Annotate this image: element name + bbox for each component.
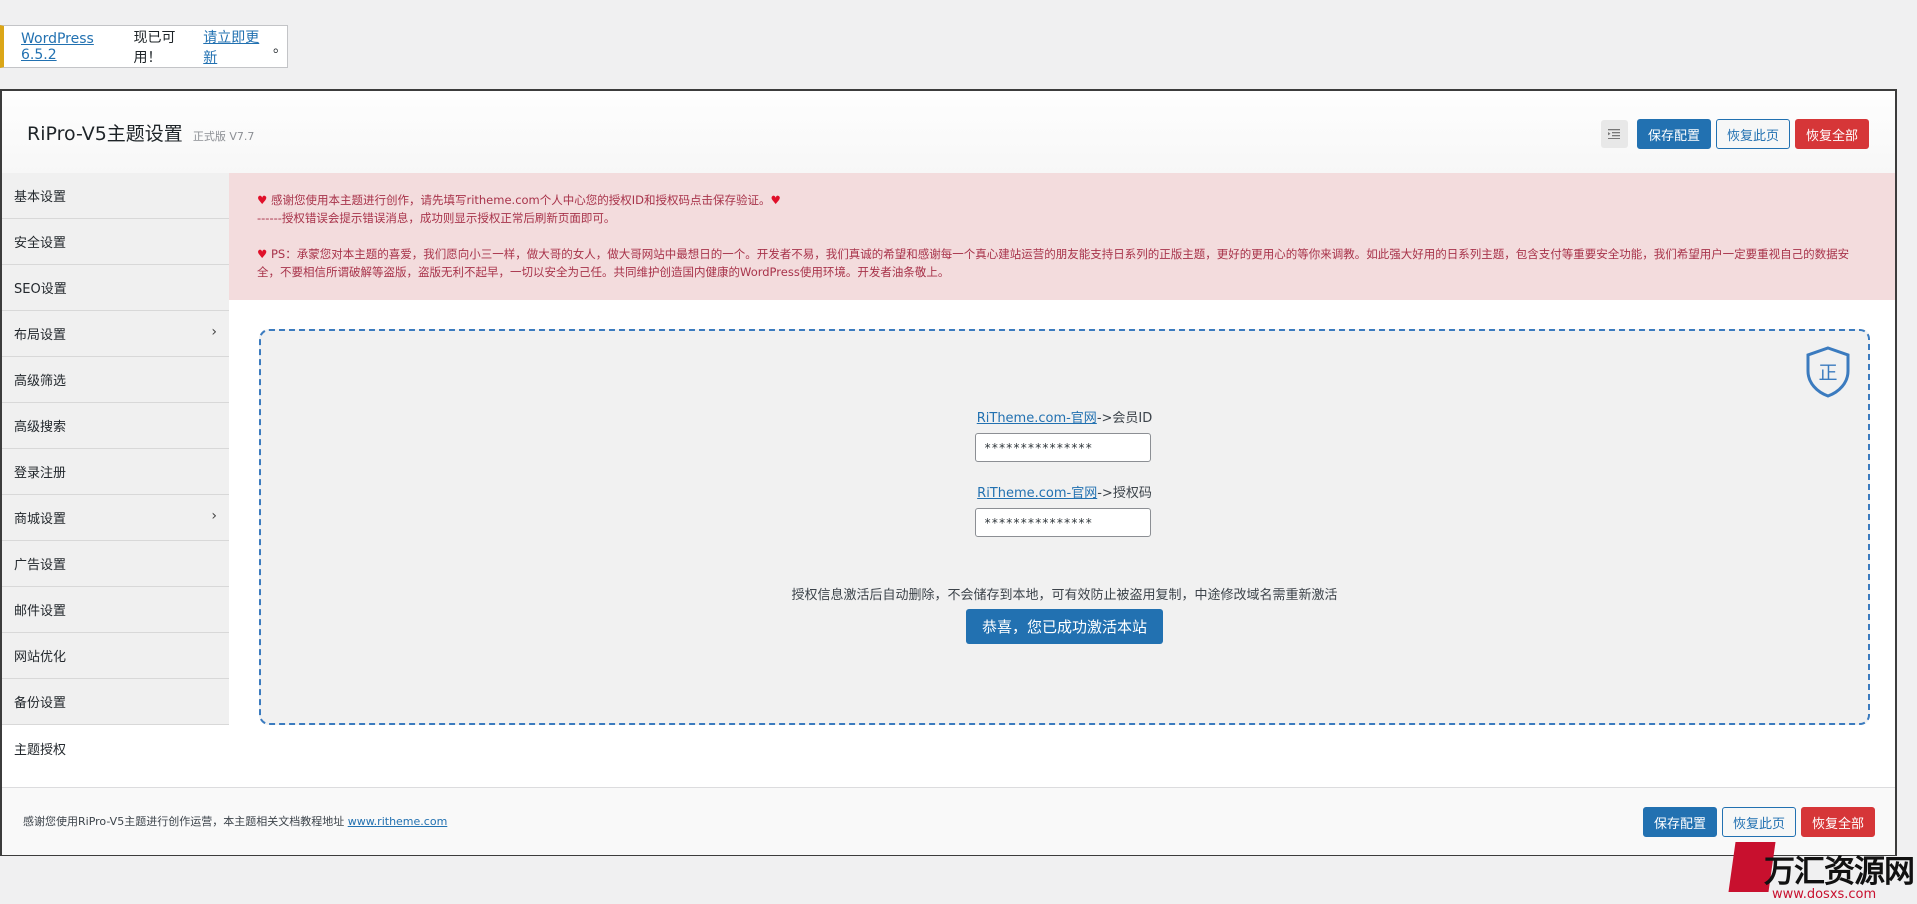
panel-footer: 感谢您使用RiPro-V5主题进行创作运营，本主题相关文档教程地址 www.ri… (2, 787, 1895, 855)
page-title: RiPro-V5主题设置 正式版 V7.7 (27, 119, 254, 146)
restore-all-button[interactable]: 恢复全部 (1794, 119, 1869, 149)
wordpress-version-link[interactable]: WordPress 6.5.2 (21, 31, 134, 63)
restore-page-button[interactable]: 恢复此页 (1715, 119, 1790, 149)
license-code-label: RiTheme.com-官网->授权码 (261, 482, 1868, 501)
member-id-suffix: ->会员ID (1096, 411, 1153, 426)
license-code-link[interactable]: RiTheme.com-官网 (977, 486, 1097, 501)
license-code-suffix: ->授权码 (1097, 486, 1152, 501)
update-now-link[interactable]: 请立即更新 (203, 27, 273, 67)
sidebar-item-label: 网站优化 (14, 650, 67, 665)
footer-restore-page-button[interactable]: 恢复此页 (1721, 807, 1796, 837)
member-id-label: RiTheme.com-官网->会员ID (261, 407, 1868, 426)
notice-end: 。 (273, 39, 287, 56)
sidebar-item-layout[interactable]: 布局设置 › (2, 311, 229, 357)
page-title-text: RiPro-V5主题设置 (27, 123, 183, 145)
sidebar-item-label: 布局设置 (14, 328, 67, 343)
site-watermark: 万汇资源网 www.dosxs.com (1728, 836, 1917, 904)
expand-all-icon[interactable] (1600, 120, 1628, 148)
license-alert: ♥ 感谢您使用本主题进行创作，请先填写ritheme.com个人中心您的授权ID… (229, 173, 1895, 300)
sidebar-item-optimization[interactable]: 网站优化 (2, 633, 229, 679)
sidebar-item-backup[interactable]: 备份设置 (2, 679, 229, 725)
sidebar-item-label: 广告设置 (14, 558, 67, 573)
sidebar-item-login-register[interactable]: 登录注册 (2, 449, 229, 495)
sidebar-item-license[interactable]: 主题授权 (2, 725, 229, 771)
alert-line-1: ♥ 感谢您使用本主题进行创作，请先填写ritheme.com个人中心您的授权ID… (257, 191, 1869, 209)
footer-restore-all-button[interactable]: 恢复全部 (1800, 807, 1875, 837)
chevron-right-icon: › (211, 508, 217, 524)
sidebar-item-mail[interactable]: 邮件设置 (2, 587, 229, 633)
sidebar-item-label: SEO设置 (14, 282, 67, 297)
license-code-input[interactable] (975, 508, 1151, 537)
sidebar-item-security[interactable]: 安全设置 (2, 219, 229, 265)
docs-link[interactable]: www.ritheme.com (348, 815, 448, 828)
shield-label: 正 (1818, 362, 1837, 384)
footer-save-button[interactable]: 保存配置 (1642, 807, 1717, 837)
sidebar-item-label: 安全设置 (14, 236, 67, 251)
shield-icon: 正 (1804, 345, 1852, 403)
sidebar-item-seo[interactable]: SEO设置 (2, 265, 229, 311)
panel-header: RiPro-V5主题设置 正式版 V7.7 保存配置 恢复此页 恢复全部 (2, 91, 1895, 174)
footer-text: 感谢您使用RiPro-V5主题进行创作运营，本主题相关文档教程地址 www.ri… (23, 813, 447, 829)
sidebar-item-label: 基本设置 (14, 190, 67, 205)
save-button[interactable]: 保存配置 (1636, 119, 1711, 149)
license-box: 正 RiTheme.com-官网->会员ID RiTheme.com-官网->授… (259, 329, 1870, 725)
sidebar-item-label: 高级搜索 (14, 420, 67, 435)
heart-icon: ♥ (257, 247, 268, 261)
member-id-link[interactable]: RiTheme.com-官网 (977, 411, 1097, 426)
sidebar-item-shop[interactable]: 商城设置 › (2, 495, 229, 541)
settings-sidebar: 基本设置 安全设置 SEO设置 布局设置 › 高级筛选 高级搜索 登录注册 商城设… (2, 173, 230, 771)
alert-line-3: ♥ PS：承蒙您对本主题的喜爱，我们愿向小三一样，做大哥的女人，做大哥网站中最想… (257, 245, 1869, 281)
watermark-url: www.dosxs.com (1772, 887, 1877, 902)
notice-text: 现已可用！ (133, 29, 176, 66)
update-notice: WordPress 6.5.2 现已可用！ 请立即更新 。 (0, 25, 288, 68)
chevron-right-icon: › (211, 324, 217, 340)
member-id-input[interactable] (975, 433, 1151, 462)
version-badge: 正式版 V7.7 (192, 130, 255, 143)
settings-panel: RiPro-V5主题设置 正式版 V7.7 保存配置 恢复此页 恢复全部 基本设… (0, 89, 1897, 856)
sidebar-item-advanced-filter[interactable]: 高级筛选 (2, 357, 229, 403)
header-actions: 保存配置 恢复此页 恢复全部 (1600, 119, 1869, 149)
settings-content: ♥ 感谢您使用本主题进行创作，请先填写ritheme.com个人中心您的授权ID… (229, 173, 1895, 737)
sidebar-item-label: 主题授权 (14, 742, 67, 758)
heart-icon: ♥ (257, 193, 268, 207)
alert-text-3: PS：承蒙您对本主题的喜爱，我们愿向小三一样，做大哥的女人，做大哥网站中最想日的… (257, 247, 1850, 279)
sidebar-item-label: 登录注册 (14, 466, 67, 481)
license-info-text: 授权信息激活后自动删除，不会储存到本地，可有效防止被盗用复制，中途修改域名需重新… (791, 588, 1338, 603)
sidebar-item-label: 商城设置 (14, 512, 67, 527)
heart-icon: ♥ (770, 193, 781, 207)
sidebar-item-basic[interactable]: 基本设置 (2, 173, 229, 219)
footer-actions: 保存配置 恢复此页 恢复全部 (1642, 807, 1875, 837)
footer-text-content: 感谢您使用RiPro-V5主题进行创作运营，本主题相关文档教程地址 (23, 815, 348, 828)
alert-text-1: 感谢您使用本主题进行创作，请先填写ritheme.com个人中心您的授权ID和授… (267, 193, 771, 207)
alert-line-2: ------授权错误会提示错误消息，成功则显示授权正常后刷新页面即可。 (257, 211, 616, 225)
watermark-text: 万汇资源网 (1764, 854, 1915, 890)
activate-button[interactable]: 恭喜，您已成功激活本站 (966, 609, 1163, 644)
sidebar-item-label: 邮件设置 (14, 604, 67, 619)
sidebar-item-ads[interactable]: 广告设置 (2, 541, 229, 587)
sidebar-item-advanced-search[interactable]: 高级搜索 (2, 403, 229, 449)
sidebar-item-label: 备份设置 (14, 696, 67, 711)
sidebar-item-label: 高级筛选 (14, 374, 67, 389)
